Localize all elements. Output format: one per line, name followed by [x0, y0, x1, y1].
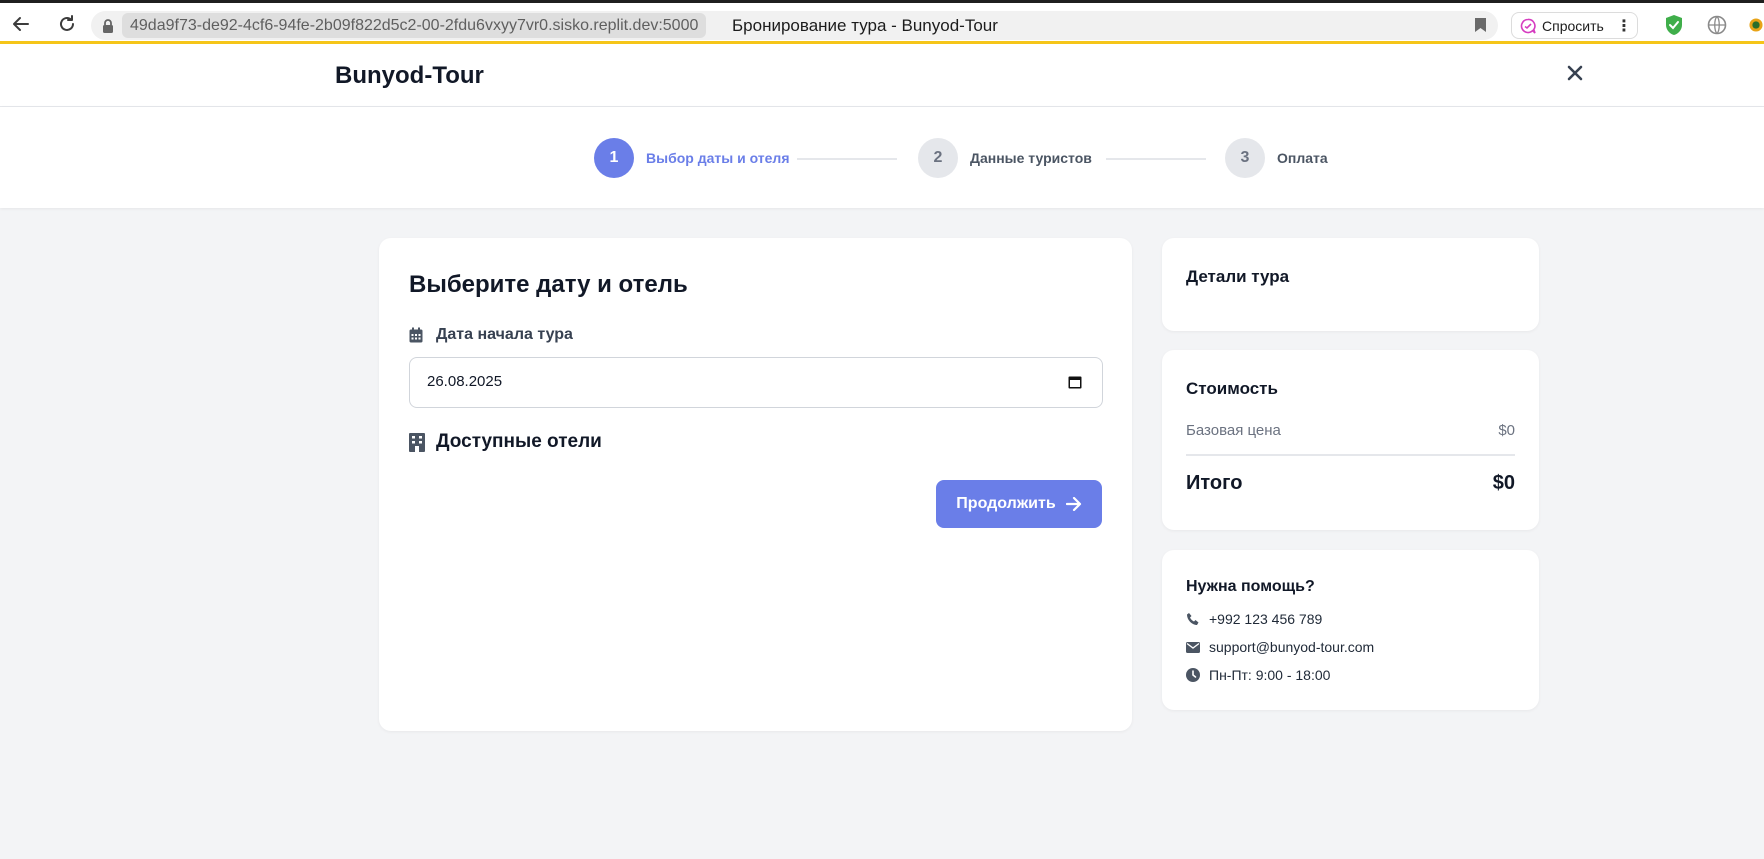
continue-button[interactable]: Продолжить — [936, 480, 1102, 528]
address-bar[interactable]: 49da9f73-de92-4cf6-94fe-2b09f822d5c2-00-… — [91, 11, 1498, 40]
date-hotel-card: Выберите дату и отель Дата начала тура 2… — [379, 238, 1132, 731]
extension-icon[interactable] — [1748, 14, 1764, 36]
base-price-row: Базовая цена $0 — [1186, 422, 1515, 439]
step-1-label: Выбор даты и отеля — [646, 150, 790, 166]
help-email[interactable]: support@bunyod-tour.com — [1209, 639, 1374, 655]
bookmark-icon[interactable] — [1474, 17, 1490, 34]
clock-icon — [1186, 668, 1200, 682]
step-1-circle: 1 — [594, 138, 634, 178]
brand-logo[interactable]: Bunyod-Tour — [335, 62, 484, 90]
tour-details-title: Детали тура — [1186, 267, 1290, 286]
step-3-label: Оплата — [1277, 150, 1328, 166]
building-icon — [409, 432, 425, 452]
envelope-icon — [1186, 640, 1200, 654]
calendar-icon — [409, 327, 423, 343]
lock-icon[interactable] — [99, 17, 116, 34]
help-hours-row: Пн-Пт: 9:00 - 18:00 — [1186, 667, 1330, 683]
globe-extension-icon[interactable] — [1706, 14, 1728, 36]
date-label-row: Дата начала тура — [409, 326, 573, 344]
step-3-circle: 3 — [1225, 138, 1265, 178]
total-value: $0 — [1492, 472, 1515, 494]
help-hours: Пн-Пт: 9:00 - 18:00 — [1209, 667, 1331, 683]
back-arrow-icon[interactable] — [8, 11, 34, 37]
continue-label: Продолжить — [956, 495, 1056, 512]
divider — [1186, 454, 1515, 456]
help-email-row: support@bunyod-tour.com — [1186, 639, 1374, 655]
help-title: Нужна помощь? — [1186, 578, 1315, 595]
page-title: Выберите дату и отель — [409, 271, 688, 298]
base-price-value: $0 — [1498, 422, 1515, 439]
help-phone-row: +992 123 456 789 — [1186, 611, 1322, 627]
ask-button[interactable]: Спросить ⋮ — [1511, 12, 1638, 39]
date-label: Дата начала тура — [436, 326, 573, 343]
tour-start-date-input[interactable]: 26.08.2025 — [409, 357, 1103, 408]
phone-icon — [1186, 612, 1200, 626]
site-header: Bunyod-Tour — [0, 44, 1764, 107]
cost-card: Стоимость Базовая цена $0 Итого $0 — [1162, 350, 1539, 530]
step-connector — [1106, 158, 1206, 160]
help-card: Нужна помощь? +992 123 456 789 support@b… — [1162, 550, 1539, 710]
browser-toolbar: 49da9f73-de92-4cf6-94fe-2b09f822d5c2-00-… — [0, 0, 1764, 44]
hotels-title: Доступные отели — [436, 431, 602, 452]
tour-details-card: Детали тура — [1162, 238, 1539, 331]
tab-title: Бронирование тура - Bunyod-Tour — [732, 16, 998, 35]
total-label: Итого — [1186, 472, 1243, 494]
ask-label: Спросить — [1542, 17, 1604, 34]
step-connector — [797, 158, 897, 160]
base-price-label: Базовая цена — [1186, 422, 1281, 439]
reload-icon[interactable] — [54, 11, 80, 37]
help-phone[interactable]: +992 123 456 789 — [1209, 611, 1322, 627]
shield-extension-icon[interactable] — [1663, 14, 1685, 36]
booking-stepper: 1 Выбор даты и отеля 2 Данные туристов 3… — [0, 107, 1764, 208]
date-value[interactable]: 26.08.2025 — [427, 373, 502, 390]
step-2-label: Данные туристов — [970, 150, 1092, 166]
close-icon[interactable] — [1562, 60, 1588, 86]
calendar-picker-icon[interactable] — [1068, 375, 1084, 391]
url-text[interactable]: 49da9f73-de92-4cf6-94fe-2b09f822d5c2-00-… — [122, 13, 707, 38]
cost-title: Стоимость — [1186, 379, 1278, 398]
step-2-circle: 2 — [918, 138, 958, 178]
more-vert-icon[interactable]: ⋮ — [1616, 16, 1632, 36]
arrow-right-icon — [1065, 497, 1082, 511]
total-row: Итого $0 — [1186, 472, 1515, 495]
ask-ai-icon — [1520, 18, 1536, 34]
hotels-heading-row: Доступные отели — [409, 431, 602, 453]
